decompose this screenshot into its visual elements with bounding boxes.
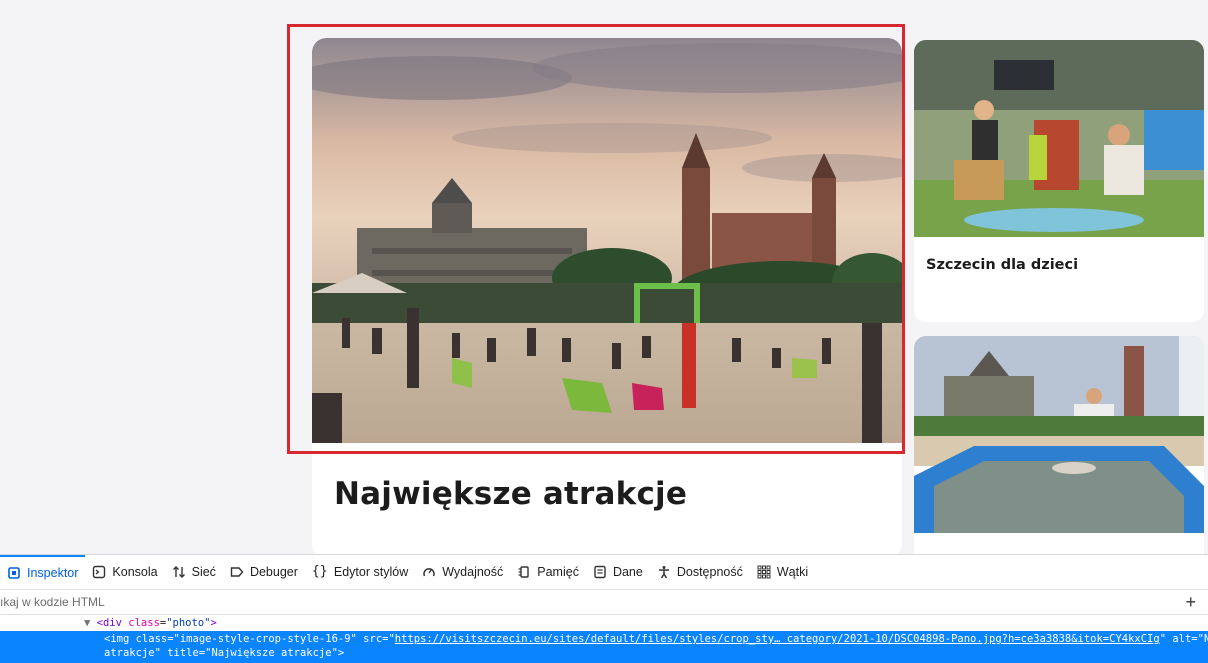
console-icon [92, 565, 106, 579]
tab-accessibility[interactable]: Dostępność [650, 555, 750, 589]
tag-name: <div [96, 617, 122, 629]
tab-label: Wydajność [442, 565, 504, 579]
tab-label: Debuger [249, 565, 298, 579]
tab-label: Dane [612, 565, 643, 579]
performance-icon [422, 565, 436, 579]
tab-debugger[interactable]: Debuger [223, 555, 305, 589]
attribute-value: "photo" [166, 617, 211, 629]
tab-label: Dostępność [676, 565, 743, 579]
tab-network[interactable]: Sieć [165, 555, 223, 589]
side-card-kids[interactable]: Szczecin dla dzieci [914, 40, 1204, 322]
featured-card-title[interactable]: Największe atrakcje [334, 476, 687, 512]
devtools-panel: Inspektor Konsola Sieć Debuger {} Edytor… [0, 554, 1208, 663]
tab-label: Pamięć [537, 565, 579, 579]
tab-inspector[interactable]: Inspektor [0, 555, 86, 589]
debugger-icon [230, 565, 244, 579]
img-tag-start: <img class="image-style-crop-style-16-9"… [104, 633, 395, 645]
tab-performance[interactable]: Wydajność [415, 555, 510, 589]
tab-memory[interactable]: Pamięć [510, 555, 586, 589]
inspector-icon [7, 566, 21, 580]
side-card-photo-2[interactable] [914, 336, 1204, 533]
tab-label: Konsola [112, 565, 158, 579]
storage-icon [593, 565, 607, 579]
side-card-water[interactable] [914, 336, 1204, 566]
img-tag-alt: " alt="Największe [1159, 633, 1208, 645]
img-src-link[interactable]: https://visitszczecin.eu/sites/default/f… [395, 633, 1160, 645]
tab-storage[interactable]: Dane [586, 555, 650, 589]
memory-icon [517, 565, 531, 579]
selected-node-line-1: <img class="image-style-crop-style-16-9"… [104, 633, 1208, 645]
expand-arrow-icon[interactable]: ▼ [84, 617, 90, 629]
markup-node-text: ▼ <div class="photo"> [84, 617, 217, 629]
web-page: Największe atrakcje Szczecin dla dzieci [0, 0, 1208, 566]
devtools-toolbar: Inspektor Konsola Sieć Debuger {} Edytor… [0, 555, 1208, 590]
threads-icon [757, 565, 771, 579]
tab-label: Inspektor [27, 566, 79, 580]
side-card-photo[interactable] [914, 40, 1204, 237]
tab-style-editor[interactable]: {} Edytor stylów [305, 555, 415, 589]
accessibility-icon [657, 565, 671, 579]
tab-label: Sieć [191, 565, 216, 579]
markup-node-img-selected[interactable]: <img class="image-style-crop-style-16-9"… [0, 631, 1208, 663]
selected-node-line-2: atrakcje" title="Największe atrakcje"> [104, 647, 345, 659]
add-node-button[interactable]: + [1185, 592, 1196, 612]
tab-label: Edytor stylów [333, 565, 409, 579]
tab-label: Wątki [776, 565, 809, 579]
style-editor-icon: {} [311, 564, 328, 579]
network-icon [172, 565, 186, 579]
tab-threads[interactable]: Wątki [750, 555, 815, 589]
html-search-bar: + [0, 590, 1208, 615]
attribute-name: class [128, 617, 160, 629]
markup-node-div-photo[interactable]: ▼ <div class="photo"> [0, 615, 1208, 631]
tag-close: > [210, 617, 217, 629]
featured-photo[interactable] [312, 38, 902, 443]
html-search-input[interactable] [0, 595, 1100, 609]
side-card-title[interactable]: Szczecin dla dzieci [926, 257, 1078, 273]
tab-console[interactable]: Konsola [85, 555, 164, 589]
